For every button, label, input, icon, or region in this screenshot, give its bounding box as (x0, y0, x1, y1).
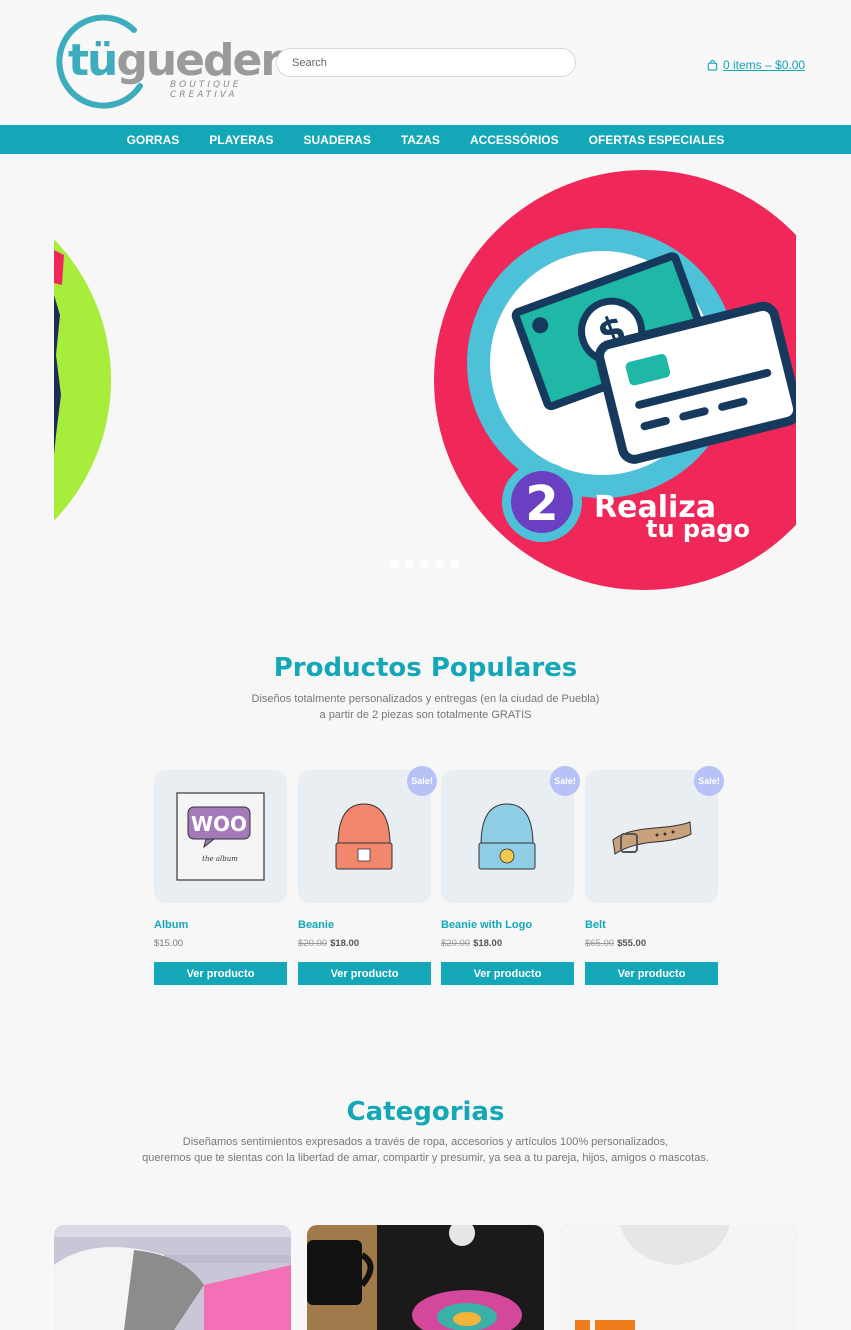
cart-link[interactable]: 0 items – $0.00 (707, 58, 805, 72)
main-navigation: GORRAS PLAYERAS SUADERAS TAZAS ACCESSÓRI… (0, 125, 851, 154)
site-header: tügueder BOUTIQUE CREATIVA 0 items – $0.… (0, 0, 851, 125)
nav-item-playeras[interactable]: PLAYERAS (194, 133, 288, 147)
product-name[interactable]: Beanie with Logo (441, 919, 532, 931)
sale-badge: Sale! (550, 766, 580, 796)
price-current: $15.00 (154, 938, 184, 949)
hero-slider[interactable]: $ 2 Realiza tu pago (54, 155, 796, 600)
nav-item-suaderas[interactable]: SUADERAS (288, 133, 385, 147)
sale-badge: Sale! (694, 766, 724, 796)
product-name[interactable]: Album (154, 919, 188, 931)
price-current: $18.00 (473, 938, 503, 949)
category-image (307, 1225, 544, 1330)
product-price: $20.00 $18.00 (441, 938, 502, 949)
category-image (54, 1225, 291, 1330)
brand-logo[interactable]: tügueder BOUTIQUE CREATIVA (54, 14, 282, 110)
view-product-button[interactable]: Ver producto (585, 962, 718, 985)
category-card-hoodies[interactable] (560, 1225, 797, 1330)
slider-dot-2[interactable] (405, 559, 414, 568)
popular-products-title: Productos Populares (273, 653, 578, 683)
category-card-hats[interactable] (54, 1225, 291, 1330)
slide-step-number: 2 (525, 476, 558, 532)
price-original: $20.00 (298, 938, 328, 949)
sale-badge: Sale! (407, 766, 437, 796)
slide-title-line2: tu pago (646, 515, 750, 543)
popular-products-subtitle-2: a partir de 2 piezas son totalmente GRAT… (319, 709, 532, 721)
cart-summary: 0 items – $0.00 (723, 58, 806, 72)
categories-subtitle-1: Diseñamos sentimientos expresados a trav… (182, 1136, 669, 1148)
product-price: $20.00 $18.00 (298, 938, 359, 949)
album-icon: WOO the album (176, 792, 265, 881)
nav-item-ofertas[interactable]: OFERTAS ESPECIALES (574, 133, 740, 147)
view-product-button[interactable]: Ver producto (298, 962, 431, 985)
product-image[interactable]: WOO the album (154, 770, 287, 903)
nav-item-gorras[interactable]: GORRAS (112, 133, 195, 147)
slider-dot-1[interactable] (390, 559, 399, 568)
category-image (560, 1225, 797, 1330)
view-product-button[interactable]: Ver producto (154, 962, 287, 985)
view-product-button[interactable]: Ver producto (441, 962, 574, 985)
album-cover-caption: the album (202, 855, 238, 863)
search-input[interactable] (276, 48, 576, 77)
shopping-bag-icon (707, 59, 718, 71)
album-cover-text: WOO (191, 812, 247, 836)
slider-dot-3[interactable] (420, 559, 429, 568)
nav-item-accesorios[interactable]: ACCESSÓRIOS (455, 133, 574, 147)
logo-tagline: BOUTIQUE CREATIVA (170, 80, 242, 100)
price-current: $18.00 (330, 938, 360, 949)
logo-wordmark: tügueder (68, 35, 282, 86)
categories-subtitle-2: queremos que te sientas con la libertad … (142, 1152, 709, 1164)
category-card-mugs[interactable] (307, 1225, 544, 1330)
categories-title: Categorias (346, 1097, 505, 1127)
hero-slide-image: $ 2 Realiza tu pago (54, 170, 796, 590)
product-name[interactable]: Belt (585, 919, 606, 931)
previous-slide-circle (54, 239, 111, 521)
price-original: $65.00 (585, 938, 615, 949)
slider-dot-4[interactable] (435, 559, 444, 568)
logo-text-b: gueder (116, 35, 282, 86)
slider-dot-5[interactable] (450, 559, 459, 568)
nav-item-tazas[interactable]: TAZAS (386, 133, 455, 147)
slider-pagination (390, 559, 459, 568)
price-original: $20.00 (441, 938, 471, 949)
popular-products-subtitle-1: Diseños totalmente personalizados y entr… (251, 693, 600, 705)
logo-text-a: tü (68, 35, 118, 86)
product-price: $15.00 (154, 938, 183, 949)
product-price: $65.00 $55.00 (585, 938, 646, 949)
price-current: $55.00 (617, 938, 647, 949)
product-name[interactable]: Beanie (298, 919, 334, 931)
